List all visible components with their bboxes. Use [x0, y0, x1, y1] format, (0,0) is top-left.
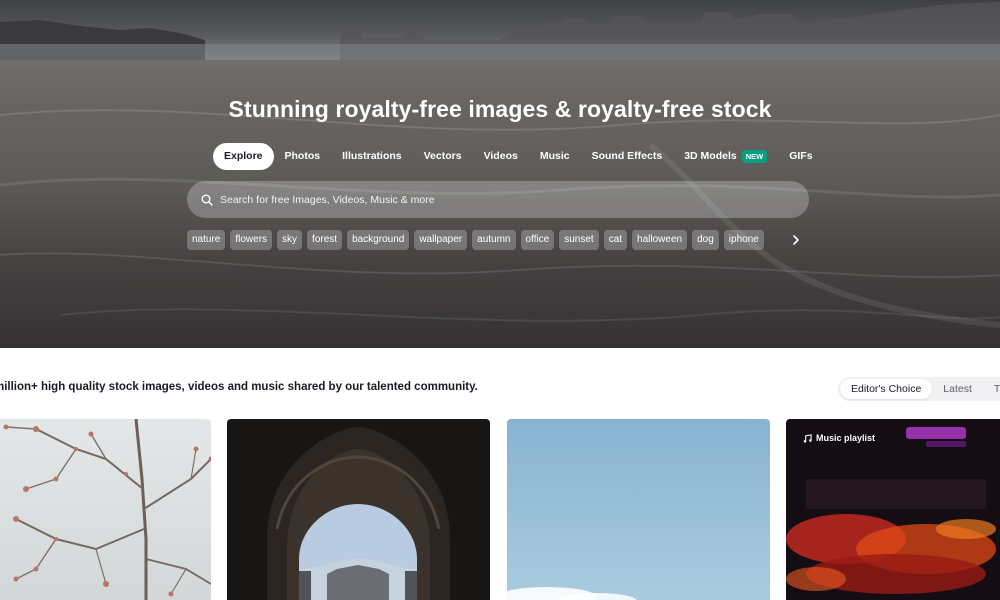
- chip-wallpaper[interactable]: wallpaper: [414, 230, 468, 250]
- tab-3d-models[interactable]: 3D Models NEW: [673, 143, 778, 170]
- chevron-right-icon[interactable]: [790, 234, 802, 246]
- music-playlist-text: Music playlist: [816, 433, 876, 443]
- popular-searches: nature flowers sky forest background wal…: [187, 230, 783, 250]
- music-playlist-label: Music playlist: [803, 433, 875, 443]
- tab-photos[interactable]: Photos: [274, 143, 332, 170]
- search-icon: [201, 194, 213, 206]
- image-card-sky[interactable]: [507, 419, 770, 600]
- tab-label: GIFs: [789, 150, 813, 162]
- chip-halloween[interactable]: halloween: [632, 230, 688, 250]
- chip-flowers[interactable]: flowers: [230, 230, 273, 250]
- hero-banner: Stunning royalty-free images & royalty-f…: [0, 0, 1000, 348]
- tab-label: 3D Models: [684, 150, 737, 162]
- sky-image: [507, 419, 770, 600]
- chip-background[interactable]: background: [347, 230, 410, 250]
- search-bar[interactable]: [187, 181, 809, 218]
- tab-gifs[interactable]: GIFs: [778, 143, 823, 170]
- hero-skyline: [0, 2, 1000, 60]
- hero-title: Stunning royalty-free images & royalty-f…: [228, 96, 772, 122]
- tab-label: Music: [539, 150, 570, 162]
- music-note-icon: [803, 433, 812, 443]
- sort-trending[interactable]: T: [983, 379, 1000, 399]
- music-playlist-card[interactable]: Music playlist: [786, 419, 1000, 600]
- tab-explore[interactable]: Explore: [213, 143, 274, 170]
- sort-toggle: Editor's Choice Latest T: [838, 377, 1000, 401]
- sort-editors-choice[interactable]: Editor's Choice: [840, 379, 933, 399]
- archway-image: [227, 419, 490, 600]
- chip-forest[interactable]: forest: [307, 230, 343, 250]
- search-input[interactable]: [220, 193, 809, 206]
- tab-label: Illustrations: [342, 150, 402, 162]
- media-type-tabs: Explore Photos Illustrations Vectors Vid…: [213, 143, 824, 170]
- chip-iphone[interactable]: iphone: [723, 230, 764, 250]
- music-playlist-artwork: [786, 419, 1000, 600]
- tab-music[interactable]: Music: [529, 143, 581, 170]
- tab-label: Sound Effects: [591, 150, 663, 162]
- community-tagline: million+ high quality stock images, vide…: [0, 381, 478, 393]
- chip-office[interactable]: office: [520, 230, 555, 250]
- branches-image: [0, 419, 211, 600]
- chip-dog[interactable]: dog: [692, 230, 719, 250]
- chip-sky[interactable]: sky: [277, 230, 303, 250]
- tab-videos[interactable]: Videos: [473, 143, 529, 170]
- new-badge: NEW: [741, 150, 768, 163]
- tab-vectors[interactable]: Vectors: [413, 143, 473, 170]
- tab-label: Photos: [284, 150, 321, 162]
- tab-label: Videos: [483, 150, 518, 162]
- chip-cat[interactable]: cat: [603, 230, 628, 250]
- image-card-branches[interactable]: [0, 419, 211, 600]
- tab-label: Vectors: [423, 150, 462, 162]
- tab-label: Explore: [224, 150, 263, 162]
- chip-sunset[interactable]: sunset: [559, 230, 599, 250]
- chip-nature[interactable]: nature: [187, 230, 226, 250]
- tab-illustrations[interactable]: Illustrations: [331, 143, 413, 170]
- sort-latest[interactable]: Latest: [932, 379, 983, 399]
- chip-autumn[interactable]: autumn: [472, 230, 516, 250]
- tab-sound-effects[interactable]: Sound Effects: [581, 143, 674, 170]
- image-card-archway[interactable]: [227, 419, 490, 600]
